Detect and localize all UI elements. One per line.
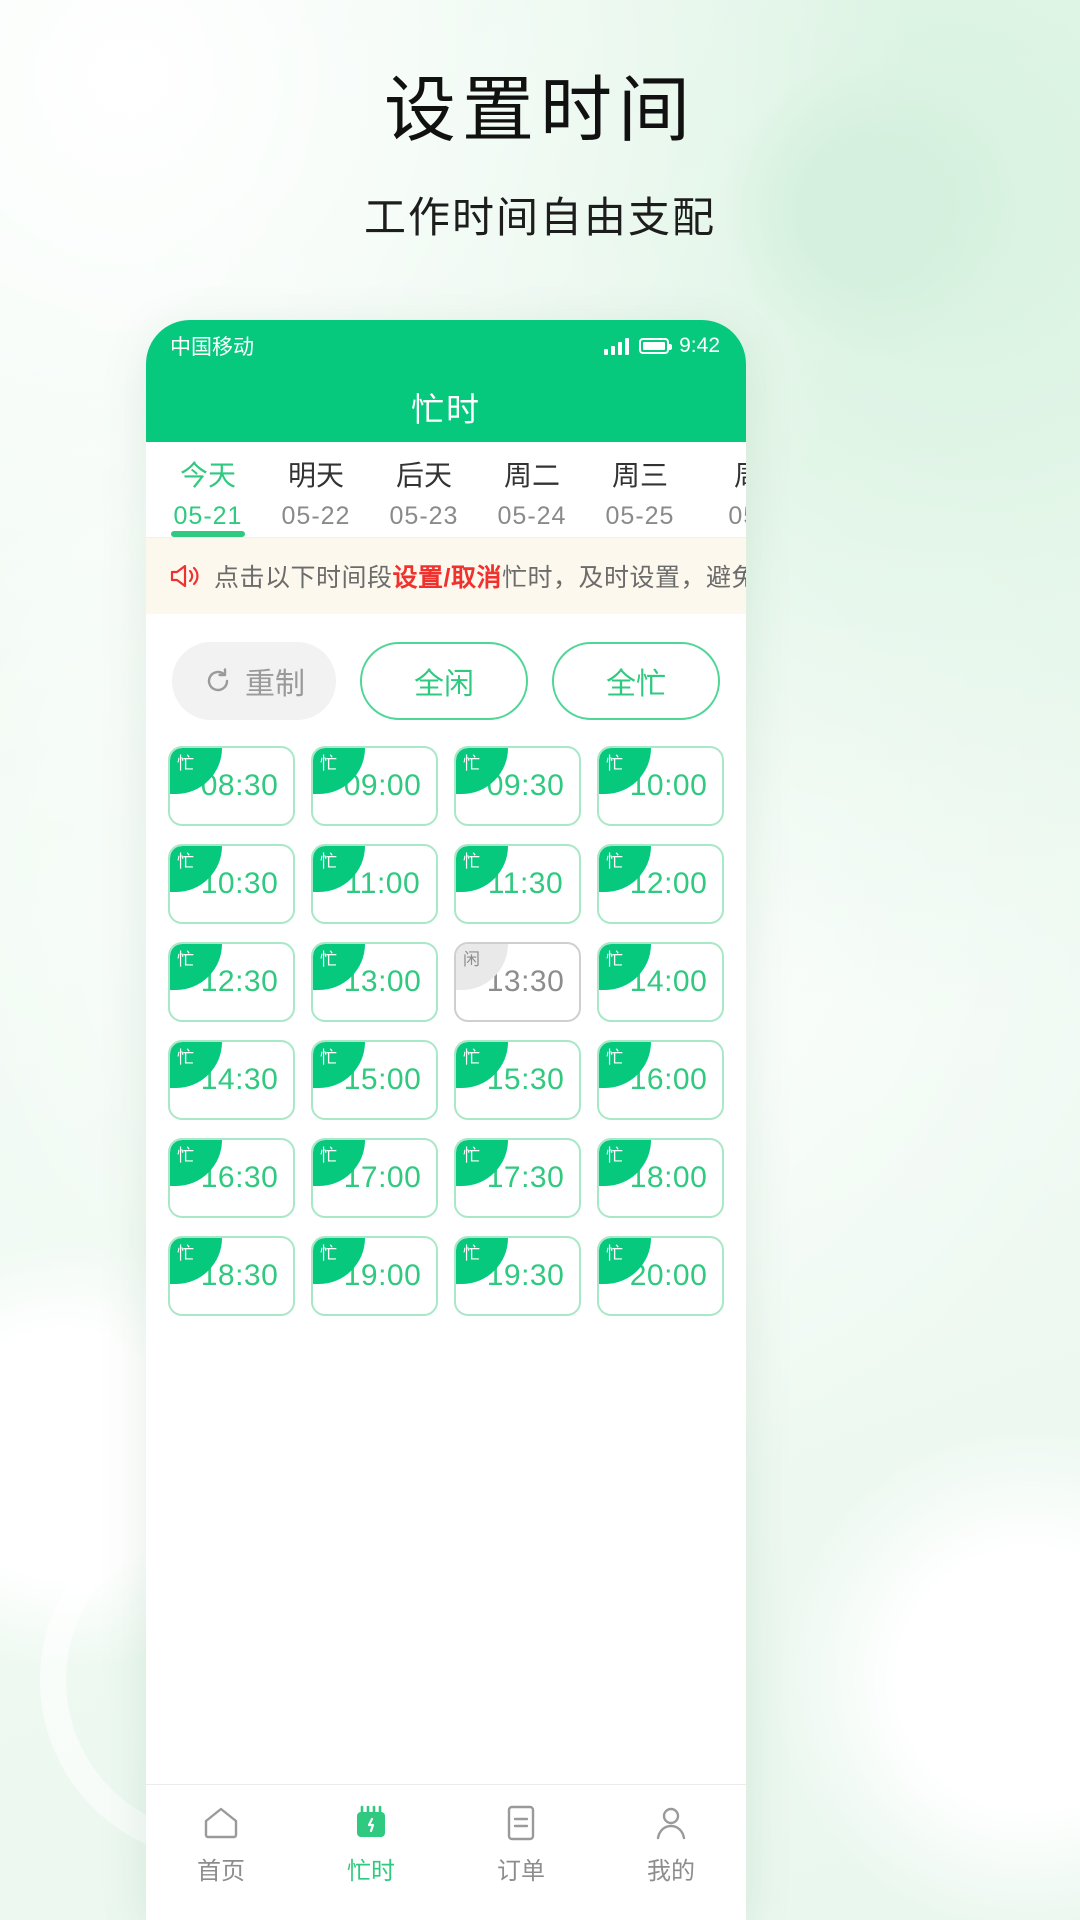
action-button-label: 重制 — [245, 668, 305, 702]
phone-mockup: 中国移动 9:42 忙时 今天 05-21 明天 05-22 后天 05-23 周二 05-2… — [146, 320, 746, 1920]
date-tab-strip[interactable]: 今天 05-21 明天 05-22 后天 05-23 周二 05-24 周三 05-25 周 05- — [146, 442, 746, 539]
time-slot-1630[interactable]: 忙 16:30 — [168, 1138, 295, 1219]
date-tab-name: 周三 — [611, 460, 668, 491]
date-tab-05-22[interactable]: 明天 05-22 — [262, 442, 370, 537]
calendar-icon — [351, 1803, 391, 1843]
tabbar-item-label: 订单 — [497, 1858, 545, 1885]
tabbar-item-user[interactable]: 我的 — [596, 1803, 746, 1886]
date-tab-underline — [171, 531, 245, 538]
time-slot-1900[interactable]: 忙 19:00 — [311, 1236, 438, 1317]
page-subtitle: 工作时间自由支配 — [363, 194, 716, 241]
time-slot-0900[interactable]: 忙 09:00 — [311, 746, 438, 827]
time-slot-grid: 忙 08:30 忙 09:00 忙 09:30 忙 10:00 忙 10:30 忙 11:00 忙 11:… — [146, 742, 746, 1317]
promo-block: 设置时间 工作时间自由支配 — [0, 66, 1080, 245]
time-slot-1700[interactable]: 忙 17:00 — [311, 1138, 438, 1219]
user-icon — [651, 1803, 691, 1843]
date-tab-date: 05-25 — [605, 502, 675, 531]
action-button-reset-0[interactable]: 重制 — [172, 642, 336, 721]
notice-text: 点击以下时间段设置/取消忙时，及时设置，避免漏单。 — [214, 558, 746, 594]
date-tab-date: 05-24 — [497, 502, 567, 531]
time-slot-1530[interactable]: 忙 15:30 — [454, 1040, 581, 1121]
tabbar-item-label: 忙时 — [347, 1858, 395, 1885]
action-button-ghost-2[interactable]: 全忙 — [552, 642, 720, 721]
date-tab-date: 05-21 — [173, 502, 243, 531]
action-button-label: 全忙 — [606, 668, 666, 702]
nav-title: 忙时 — [411, 391, 481, 428]
time-slot-1930[interactable]: 忙 19:30 — [454, 1236, 581, 1317]
time-slot-1330[interactable]: 闲 13:30 — [454, 942, 581, 1023]
tabbar-item-calendar[interactable]: 忙时 — [296, 1803, 446, 1886]
time-slot-1730[interactable]: 忙 17:30 — [454, 1138, 581, 1219]
action-button-ghost-1[interactable]: 全闲 — [360, 642, 528, 721]
time-slot-1300[interactable]: 忙 13:00 — [311, 942, 438, 1023]
action-button-label: 全闲 — [414, 668, 474, 702]
notice-prefix: 点击以下时间段 — [214, 564, 393, 593]
nav-bar: 忙时 — [146, 372, 746, 442]
horn-icon — [168, 561, 202, 591]
date-tab-name: 周二 — [503, 460, 560, 491]
date-tab-05-24[interactable]: 周二 05-24 — [478, 442, 586, 537]
status-bar: 中国移动 9:42 — [146, 320, 746, 372]
status-right: 9:42 — [604, 334, 720, 358]
tabbar-item-label: 首页 — [197, 1858, 245, 1885]
time-slot-1230[interactable]: 忙 12:30 — [168, 942, 295, 1023]
date-tab-05-25[interactable]: 周三 05-25 — [586, 442, 694, 537]
battery-icon — [639, 338, 673, 354]
time-slot-1830[interactable]: 忙 18:30 — [168, 1236, 295, 1317]
time-slot-1600[interactable]: 忙 16:00 — [597, 1040, 724, 1121]
time-slot-1800[interactable]: 忙 18:00 — [597, 1138, 724, 1219]
time-slot-1100[interactable]: 忙 11:00 — [311, 844, 438, 925]
date-tab-05-23[interactable]: 后天 05-23 — [370, 442, 478, 537]
date-tab-date: 05- — [728, 502, 746, 531]
signal-bars-icon — [604, 337, 630, 355]
notice-suffix: 忙时，及时设置，避免漏单。 — [501, 564, 746, 593]
notice-highlight: 设置/取消 — [392, 564, 502, 593]
bg-blob-right — [770, 1420, 1080, 1920]
time-slot-1400[interactable]: 忙 14:00 — [597, 942, 724, 1023]
time-slot-1030[interactable]: 忙 10:30 — [168, 844, 295, 925]
tabbar-item-home[interactable]: 首页 — [146, 1803, 296, 1886]
page-title: 设置时间 — [383, 71, 696, 151]
action-button-row: 重制 全闲 全忙 — [146, 614, 746, 742]
date-tab-name: 周 — [694, 458, 746, 494]
time-slot-0930[interactable]: 忙 09:30 — [454, 746, 581, 827]
date-tab-name: 今天 — [179, 460, 236, 491]
time-slot-0830[interactable]: 忙 08:30 — [168, 746, 295, 827]
status-carrier: 中国移动 — [170, 336, 254, 359]
date-tab-date: 05-22 — [281, 502, 351, 531]
time-slot-1200[interactable]: 忙 12:00 — [597, 844, 724, 925]
date-tab-name: 后天 — [395, 460, 452, 491]
status-time: 9:42 — [679, 334, 720, 357]
refresh-icon — [203, 666, 233, 696]
date-tab-date: 05-23 — [389, 502, 459, 531]
date-tab-05-[interactable]: 周 05- — [694, 442, 746, 537]
time-slot-1430[interactable]: 忙 14:30 — [168, 1040, 295, 1121]
tabbar-item-order[interactable]: 订单 — [446, 1803, 596, 1886]
time-slot-1000[interactable]: 忙 10:00 — [597, 746, 724, 827]
time-slot-1130[interactable]: 忙 11:30 — [454, 844, 581, 925]
notice-bar: 点击以下时间段设置/取消忙时，及时设置，避免漏单。 — [146, 538, 746, 615]
date-tab-05-21[interactable]: 今天 05-21 — [154, 442, 262, 538]
time-slot-1500[interactable]: 忙 15:00 — [311, 1040, 438, 1121]
tabbar-item-label: 我的 — [647, 1858, 695, 1885]
order-icon — [501, 1803, 541, 1843]
home-icon — [201, 1803, 241, 1843]
bottom-tab-bar: 首页 忙时 订单 我的 — [146, 1784, 746, 1920]
time-slot-2000[interactable]: 忙 20:00 — [597, 1236, 724, 1317]
date-tab-name: 明天 — [287, 460, 344, 491]
